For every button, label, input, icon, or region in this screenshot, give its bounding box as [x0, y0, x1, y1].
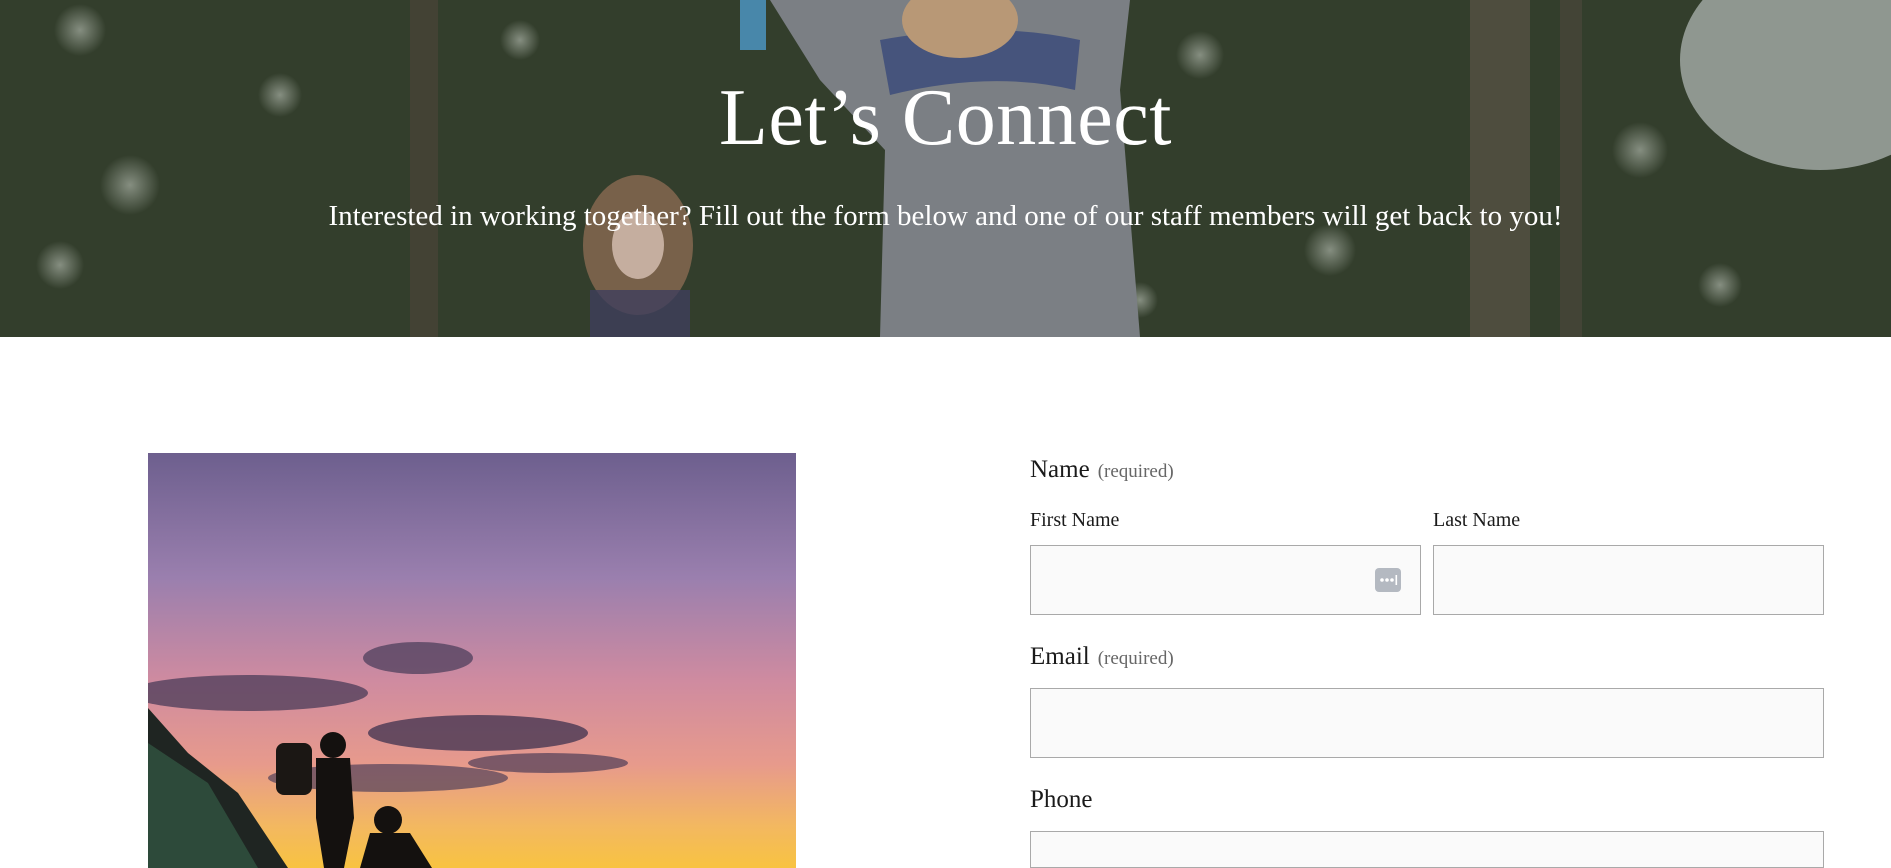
- first-name-input[interactable]: [1030, 545, 1421, 615]
- sunset-hikers-image: [148, 453, 796, 868]
- hero-background-image: [0, 0, 1891, 337]
- page-title: Let’s Connect: [718, 74, 1173, 162]
- name-label-text: Name: [1030, 456, 1090, 483]
- email-required-hint: (required): [1097, 648, 1174, 669]
- password-manager-icon-glyph: [1380, 575, 1398, 585]
- name-required-hint: (required): [1097, 461, 1174, 482]
- name-label: Name (required): [1030, 456, 1174, 484]
- page-subtitle: Interested in working together? Fill out…: [328, 200, 1563, 232]
- hero-banner: Let’s Connect Interested in working toge…: [0, 0, 1891, 337]
- email-label-text: Email: [1030, 643, 1090, 670]
- last-name-label: Last Name: [1433, 509, 1521, 531]
- last-name-input[interactable]: [1433, 545, 1824, 615]
- phone-label-text: Phone: [1030, 786, 1093, 813]
- first-name-label: First Name: [1030, 509, 1120, 531]
- sunset-photo-graphic: [148, 453, 796, 868]
- phone-label: Phone: [1030, 786, 1093, 814]
- phone-input[interactable]: [1030, 831, 1824, 868]
- email-input[interactable]: [1030, 688, 1824, 758]
- password-manager-icon[interactable]: [1375, 568, 1401, 592]
- email-label: Email (required): [1030, 643, 1174, 671]
